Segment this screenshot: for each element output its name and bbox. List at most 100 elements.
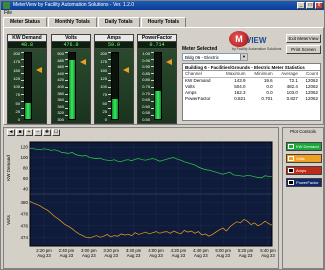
logo-tagline: by Facility Automation Solutions (232, 47, 282, 51)
gauge-value: 59.0 (95, 42, 133, 49)
plot-toggle[interactable]: Amps (286, 166, 322, 175)
meter-select[interactable]: Bldg 06 - Electric ▼ (182, 53, 248, 61)
gauge-scale-label: 0.85 (142, 70, 150, 76)
setpoint-arrow-icon (80, 58, 86, 65)
stop-icon[interactable]: ■ (16, 129, 24, 136)
print-screen-button[interactable]: Print Screen (286, 45, 321, 54)
gauge-scale-label: 0 (17, 117, 20, 122)
gauge-scale-label: 100 (13, 84, 20, 89)
exit-button[interactable]: Exit MeterView (286, 34, 321, 43)
plot-toggle[interactable]: PowerFactor (286, 178, 322, 187)
menu-file[interactable]: File (4, 10, 12, 16)
y-tick-label: 120 (20, 145, 28, 150)
gauge-scale: 200 175 150 125 100 75 50 25 0 (97, 51, 107, 122)
gauge-title: Amps (95, 35, 133, 42)
gauge-title: KW Demand (8, 35, 46, 42)
statistics-table: Channel Maximum Minimum Average Count KW Dem… (183, 71, 320, 102)
minimize-button[interactable]: _ (297, 2, 305, 9)
plot-toggle[interactable]: Volts (286, 154, 322, 163)
chart-toolbar: ◄ ■ + − ✚ ☐ (7, 129, 60, 137)
checkbox-icon[interactable] (288, 168, 294, 173)
maximize-button[interactable]: □ (306, 2, 314, 9)
title-bar[interactable]: MeterView by Facility Automation Solutio… (1, 1, 324, 10)
tab-monthly-totals[interactable]: Monthly Totals (48, 17, 97, 27)
gauge-scale-label: 125 (13, 75, 20, 81)
gauge-scale-label: 75 (102, 92, 107, 98)
gauge-scale-label: 0.60 (142, 103, 150, 109)
y-axis-title-kw: KW Demand (6, 155, 11, 181)
gauge-scale-label: 320 (57, 110, 64, 116)
gauge-body: 500 480 460 440 420 400 380 360 340 320 300 (52, 49, 90, 123)
plot-toggle[interactable]: KW Demand (286, 142, 322, 151)
meterview-window: MeterView by Facility Automation Solutio… (0, 0, 325, 270)
x-tick-date: Aug 23 (82, 253, 96, 258)
zoom-in-icon[interactable]: + (25, 129, 33, 136)
x-tick-date: Aug 23 (216, 253, 230, 258)
back-icon[interactable]: ◄ (7, 129, 15, 136)
gauge-scale-label: 0.70 (142, 90, 150, 96)
pan-icon[interactable]: ✚ (43, 129, 51, 136)
meter-select-value: Bldg 06 - Electric (185, 55, 220, 60)
meter-statistics: Building 6 - Facilities/Grounds - Electr… (182, 63, 321, 121)
gauge-scale: 200 175 150 125 100 75 50 25 0 (10, 51, 20, 122)
gauge-body: 1.00 0.95 0.90 0.85 0.80 0.75 0.70 0.65 0.60 0.55… (138, 49, 176, 123)
plot-controls: Plot Controls KW Demand Volts Amps PowerFac… (282, 127, 324, 269)
logo-word: VIEW (246, 36, 267, 45)
gauge-title: Volts (52, 35, 90, 42)
checkbox-icon[interactable] (288, 180, 294, 185)
gauge-scale-label: 100 (100, 84, 107, 89)
zoom-out-icon[interactable]: − (34, 129, 42, 136)
setpoint-arrow-icon (166, 58, 172, 65)
gauge-scale-label: 50 (102, 100, 107, 106)
y-tick-label: 80 (23, 166, 29, 171)
close-button[interactable]: x (315, 2, 323, 9)
meter-gauge: Amps 59.0 200 175 150 125 100 75 50 25 0 (94, 34, 134, 124)
trend-panel: ◄ ■ + − ✚ ☐ KW Demand Volts 120 100 80 60 40 480 478 4… (3, 127, 279, 269)
gauge-scale-label: 340 (57, 103, 64, 109)
tab-strip: Meter Status Monthly Totals Daily Totals… (3, 17, 187, 27)
plot-toggle-label: Volts (296, 156, 305, 161)
trend-chart[interactable]: KW DemandVolts1201008060404804784764742:… (4, 138, 278, 268)
gauge-bar (154, 52, 162, 120)
gauge-scale-label: 0.95 (142, 57, 150, 63)
meter-gauge: Volts 476.0 500 480 460 440 420 400 380 360 340 320… (51, 34, 91, 124)
gauge-scale-label: 0.90 (142, 64, 150, 70)
x-tick-date: Aug 23 (37, 253, 51, 258)
fit-icon[interactable]: ☐ (52, 129, 60, 136)
x-tick-date: Aug 23 (104, 253, 118, 258)
gauge-value: 476.0 (52, 42, 90, 49)
checkbox-icon[interactable] (288, 144, 294, 149)
gauge-scale-label: 460 (57, 64, 64, 70)
x-tick-date: Aug 23 (239, 253, 253, 258)
gauge-scale-label: 420 (57, 77, 64, 83)
gauge-value: 48.8 (8, 42, 46, 49)
gauge-scale-label: 0.65 (142, 97, 150, 103)
gauge-scale-label: 440 (57, 70, 64, 76)
y-tick-label: 100 (20, 155, 28, 160)
tab-hourly-totals[interactable]: Hourly Totals (140, 17, 187, 27)
gauge-title: PowerFactor (138, 35, 176, 42)
chevron-down-icon[interactable]: ▼ (240, 54, 247, 60)
meter-gauge: KW Demand 48.8 200 175 150 125 100 75 50 25 0 (7, 34, 47, 124)
table-cell: 12062 (305, 96, 318, 101)
gauge-scale-label: 0 (104, 117, 107, 122)
gauge-scale-label: 175 (100, 59, 107, 65)
meterview-logo: M VIEW by Facility Automation Solutions (229, 31, 285, 53)
y-tick-label: 480 (20, 200, 28, 205)
gauge-body: 200 175 150 125 100 75 50 25 0 (8, 49, 46, 123)
checkbox-icon[interactable] (288, 156, 294, 161)
gauge-scale-label: 200 (100, 51, 107, 56)
gauge-scale-label: 0.80 (142, 77, 150, 83)
meter-gauge: PowerFactor 0.714 1.00 0.95 0.90 0.85 0.80 0.75… (137, 34, 177, 124)
y-tick-label: 476 (20, 223, 28, 228)
gauge-scale-label: 175 (13, 59, 20, 65)
gauge-scale-label: 360 (57, 97, 64, 103)
gauge-scale-label: 300 (57, 117, 64, 122)
gauge-scale-label: 25 (15, 108, 20, 114)
gauge-scale: 500 480 460 440 420 400 380 360 340 320 300 (54, 51, 64, 122)
tab-meter-status[interactable]: Meter Status (3, 17, 48, 27)
y-tick-label: 474 (20, 235, 28, 240)
gauge-bar-fill (112, 99, 118, 119)
tab-daily-totals[interactable]: Daily Totals (97, 17, 140, 27)
plot-toggle-label: PowerFactor (296, 180, 319, 185)
